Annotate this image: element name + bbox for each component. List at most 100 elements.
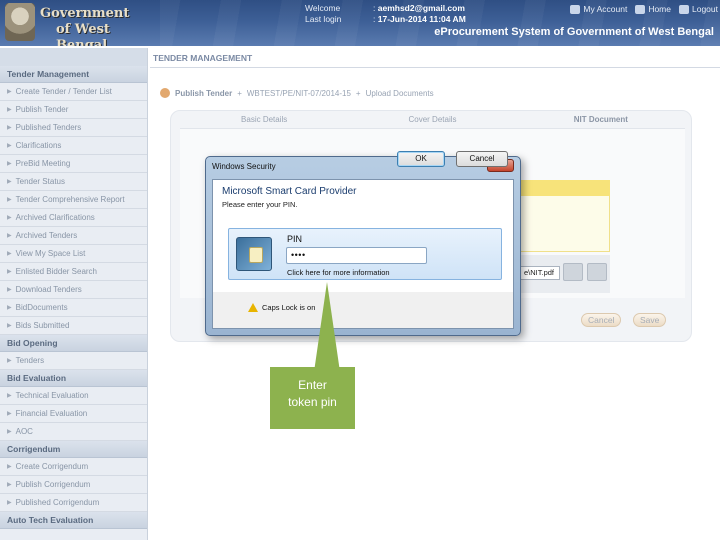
- bullet-arrow-icon: ▶: [7, 268, 12, 275]
- bullet-arrow-icon: ▶: [7, 232, 12, 239]
- sidebar-item[interactable]: ▶ Archived Tenders: [0, 227, 147, 245]
- dialog-heading: Microsoft Smart Card Provider: [222, 186, 357, 197]
- sidebar-item-label: Published Corrigendum: [15, 497, 100, 507]
- tab-cover-details[interactable]: Cover Details: [348, 112, 516, 128]
- my-account-link[interactable]: My Account: [570, 4, 627, 14]
- sidebar-item-label: Published Tenders: [15, 122, 82, 132]
- bullet-arrow-icon: ▶: [7, 286, 12, 293]
- sidebar-item[interactable]: ▶ Tender Status: [0, 173, 147, 191]
- sidebar-item[interactable]: ▶ Tenders: [0, 352, 147, 370]
- save-button[interactable]: Save: [633, 313, 667, 327]
- sidebar-item-label: Tender Comprehensive Report: [15, 194, 125, 204]
- smart-card-tile[interactable]: PIN •••• Click here for more information: [228, 228, 502, 280]
- portal-title: eProcurement System of Government of Wes…: [434, 26, 714, 38]
- sidebar-item-label: Create Tender / Tender List: [15, 86, 112, 96]
- welcome-email: aemhsd2@gmail.com: [377, 3, 465, 13]
- sidebar-item-label: View My Space List: [15, 248, 86, 258]
- bullet-arrow-icon: ▶: [7, 304, 12, 311]
- tab-basic-details[interactable]: Basic Details: [180, 112, 348, 128]
- sidebar-item[interactable]: ▶ Bids Submitted: [0, 317, 147, 335]
- sidebar-item-label: Tender Status: [15, 176, 65, 186]
- sidebar-list: Tender Management ▶ Create Tender / Tender…: [0, 66, 147, 529]
- sidebar-item-label: Clarifications: [15, 140, 62, 150]
- sidebar-item[interactable]: ▶ Published Tenders: [0, 119, 147, 137]
- breadcrumb-separator-icon: +: [237, 88, 242, 98]
- breadcrumb: Publish Tender + WBTEST/PE/NIT-07/2014-1…: [160, 88, 434, 98]
- sidebar-item[interactable]: ▶ AOC: [0, 423, 147, 441]
- bullet-arrow-icon: ▶: [7, 124, 12, 131]
- pin-input[interactable]: ••••: [286, 247, 427, 264]
- bullet-arrow-icon: ▶: [7, 178, 12, 185]
- callout-line2: token pin: [288, 395, 337, 409]
- pin-label: PIN: [287, 234, 303, 244]
- page-title: TENDER MANAGEMENT: [153, 53, 253, 63]
- sidebar-section-heading[interactable]: Tender Management: [0, 66, 147, 83]
- sidebar-item[interactable]: ▶ PreBid Meeting: [0, 155, 147, 173]
- bullet-arrow-icon: ▶: [7, 499, 12, 506]
- back-arrow-icon[interactable]: [160, 88, 170, 98]
- last-login-value: 17-Jun-2014 11:04 AM: [377, 14, 466, 24]
- sidebar-item[interactable]: ▶ Published Corrigendum: [0, 494, 147, 512]
- government-title: Government of West Bengal: [40, 6, 160, 46]
- browse-icon[interactable]: [563, 263, 583, 281]
- sidebar-item-label: Archived Clarifications: [15, 212, 95, 222]
- delete-file-icon[interactable]: [587, 263, 607, 281]
- breadcrumb-separator-icon: +: [355, 88, 361, 98]
- callout-line1: Enter: [298, 378, 327, 392]
- gov-title-line2: of West Bengal: [56, 22, 110, 46]
- app-header: Government of West Bengal Welcome: aemhs…: [0, 0, 720, 46]
- sidebar-item[interactable]: ▶ Enlisted Bidder Search: [0, 263, 147, 281]
- sidebar-item[interactable]: ▶ Create Tender / Tender List: [0, 83, 147, 101]
- windows-security-dialog: Windows Security × Microsoft Smart Card …: [205, 156, 521, 336]
- welcome-label: Welcome: [305, 3, 341, 13]
- user-icon: [570, 4, 581, 14]
- breadcrumb-upload-documents: Upload Documents: [365, 88, 434, 98]
- sidebar-item[interactable]: ▶ Financial Evaluation: [0, 405, 147, 423]
- state-emblem-icon: [5, 3, 35, 41]
- ok-button[interactable]: OK: [397, 151, 445, 167]
- sidebar-top-bar: [0, 48, 147, 66]
- sidebar-section-heading[interactable]: Corrigendum: [0, 441, 147, 458]
- bullet-arrow-icon: ▶: [7, 88, 12, 95]
- sidebar-item[interactable]: ▶ Archived Clarifications: [0, 209, 147, 227]
- sidebar-item-label: Publish Corrigendum: [15, 479, 91, 489]
- tab-nit-document[interactable]: NIT Document: [517, 112, 685, 128]
- home-link[interactable]: Home: [635, 4, 671, 14]
- sidebar-item[interactable]: ▶ Download Tenders: [0, 281, 147, 299]
- sidebar-item[interactable]: ▶ Publish Tender: [0, 101, 147, 119]
- sidebar-item[interactable]: ▶ Technical Evaluation: [0, 387, 147, 405]
- bullet-arrow-icon: ▶: [7, 214, 12, 221]
- cancel-button[interactable]: Cancel: [581, 313, 622, 327]
- title-divider: [150, 67, 720, 68]
- more-info-link[interactable]: Click here for more information: [287, 268, 390, 277]
- sidebar-section-heading[interactable]: Bid Opening: [0, 335, 147, 352]
- sidebar-item[interactable]: ▶ Clarifications: [0, 137, 147, 155]
- bullet-arrow-icon: ▶: [7, 481, 12, 488]
- sidebar-item[interactable]: ▶ Publish Corrigendum: [0, 476, 147, 494]
- dialog-content: Microsoft Smart Card Provider Please ent…: [213, 180, 513, 292]
- sidebar: Tender Management ▶ Create Tender / Tender…: [0, 48, 148, 540]
- sidebar-section-heading[interactable]: Bid Evaluation: [0, 370, 147, 387]
- top-links: My Account Home Logout: [570, 4, 718, 14]
- sidebar-item[interactable]: ▶ BidDocuments: [0, 299, 147, 317]
- dialog-cancel-button[interactable]: Cancel: [456, 151, 508, 167]
- sidebar-item[interactable]: ▶ Create Corrigendum: [0, 458, 147, 476]
- gov-title-line1: Government: [40, 6, 130, 21]
- caps-lock-warning: Caps Lock is on: [248, 303, 315, 312]
- breadcrumb-tender-id[interactable]: WBTEST/PE/NIT-07/2014-15: [247, 89, 351, 98]
- bullet-arrow-icon: ▶: [7, 106, 12, 113]
- bullet-arrow-icon: ▶: [7, 428, 12, 435]
- bullet-arrow-icon: ▶: [7, 196, 12, 203]
- sidebar-section-heading[interactable]: Auto Tech Evaluation: [0, 512, 147, 529]
- breadcrumb-publish-tender[interactable]: Publish Tender: [175, 89, 232, 98]
- logout-link[interactable]: Logout: [679, 4, 718, 14]
- sidebar-item[interactable]: ▶ Tender Comprehensive Report: [0, 191, 147, 209]
- smart-card-icon: [236, 237, 272, 271]
- sidebar-item[interactable]: ▶ View My Space List: [0, 245, 147, 263]
- document-list-header: [520, 180, 610, 196]
- login-info: Welcome: aemhsd2@gmail.com Last login: 1…: [305, 3, 466, 24]
- last-login-label: Last login: [305, 14, 342, 24]
- bullet-arrow-icon: ▶: [7, 357, 12, 364]
- file-path-field[interactable]: e\NIT.pdf: [520, 266, 560, 280]
- bullet-arrow-icon: ▶: [7, 410, 12, 417]
